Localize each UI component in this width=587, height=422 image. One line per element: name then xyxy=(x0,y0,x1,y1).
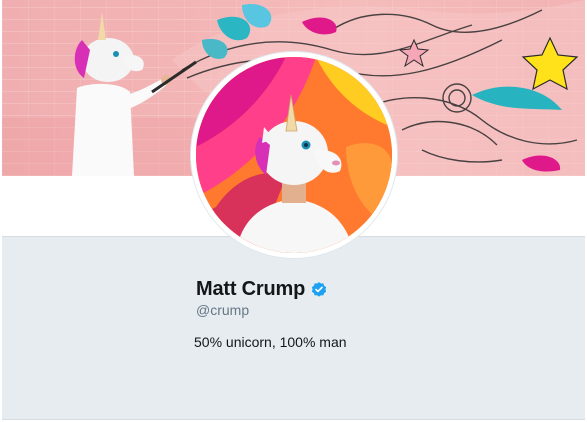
verified-badge-icon xyxy=(311,281,327,297)
card-bottom-border xyxy=(2,419,585,420)
profile-bio: 50% unicorn, 100% man xyxy=(194,334,347,350)
profile-panel xyxy=(2,236,585,419)
profile-name[interactable]: Matt Crump xyxy=(196,278,305,301)
profile-card: Matt Crump @crump 50% unicorn, 100% man xyxy=(0,0,587,422)
profile-name-row: Matt Crump xyxy=(196,278,328,301)
profile-handle[interactable]: @crump xyxy=(196,302,249,318)
avatar-illustration xyxy=(196,57,392,253)
avatar[interactable] xyxy=(191,52,397,258)
avatar-image xyxy=(196,57,392,253)
